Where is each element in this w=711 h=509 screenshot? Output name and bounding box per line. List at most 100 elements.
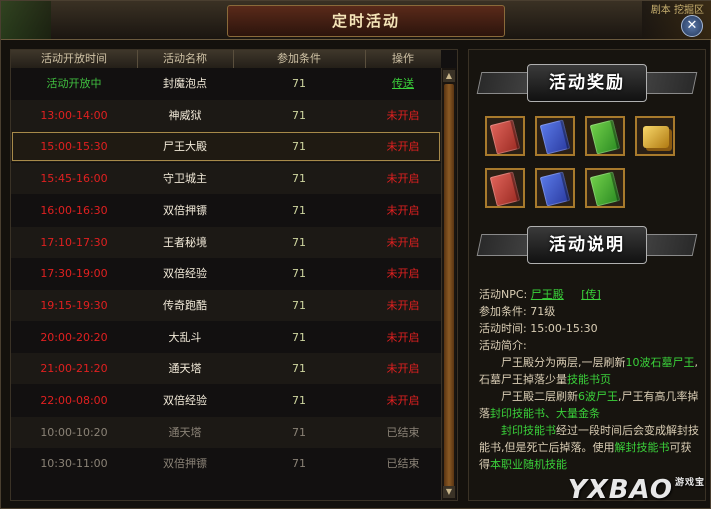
watermark-text: YXBAO: [567, 475, 673, 505]
table-row[interactable]: 22:00-08:00 双倍经验 71 未开启: [11, 385, 441, 416]
header-action: 操作: [392, 52, 414, 65]
row-condition: 71: [292, 140, 306, 154]
scroll-up-arrow-icon[interactable]: ▲: [443, 70, 455, 82]
row-condition: 71: [292, 108, 306, 122]
row-status: 未开启: [386, 140, 420, 154]
row-condition: 71: [292, 425, 306, 439]
table-row[interactable]: 17:30-19:00 双倍经验 71 未开启: [11, 258, 441, 289]
intro-highlight: 尸王: [672, 356, 695, 369]
row-activity-name: 双倍经验: [163, 394, 207, 407]
table-row[interactable]: 20:00-20:20 大乱斗 71 未开启: [11, 322, 441, 353]
watermark-subtext: 游戏宝: [674, 478, 705, 488]
table-row[interactable]: 活动开放中 封魔泡点 71 传送: [11, 68, 441, 99]
row-open-time: 22:00-08:00: [40, 394, 108, 407]
row-activity-name: 守卫城主: [163, 172, 207, 186]
gold-bars-icon: [643, 126, 669, 148]
window-title: 定时活动: [227, 5, 505, 37]
intro-label: 活动简介:: [479, 339, 527, 352]
reward-slot[interactable]: [485, 168, 525, 208]
row-activity-name: 通天塔: [168, 362, 202, 376]
row-status: 未开启: [386, 172, 420, 186]
timed-activities-window: 定时活动 剧本 挖掘区 ✕ 活动开放时间 活动名称 参加条件 操作 活动开放中封…: [0, 0, 711, 509]
table-row[interactable]: 10:00-10:20 通天塔 71 已结束: [11, 416, 441, 448]
row-open-time: 21:00-21:20: [40, 362, 108, 376]
row-status: 未开启: [386, 330, 420, 344]
table-row[interactable]: 19:15-19:30 传奇跑酷 71 未开启: [11, 289, 441, 321]
table-header: 活动开放时间 活动名称 参加条件 操作: [11, 50, 441, 68]
teleport-link[interactable]: 传送: [392, 77, 414, 90]
intro-highlight: 封印技能书: [501, 424, 556, 437]
time-value: 15:00-15:30: [530, 322, 598, 335]
description-banner: 活动说明: [476, 224, 698, 264]
npc-label: 活动NPC:: [479, 288, 528, 301]
teleport-link[interactable]: [传]: [581, 288, 601, 301]
reward-slot[interactable]: [535, 116, 575, 156]
row-open-time: 10:30-11:00: [40, 457, 108, 471]
row-activity-name: 大乱斗: [168, 330, 202, 344]
row-condition: 71: [292, 77, 306, 90]
npc-name-link[interactable]: 尸王殿: [531, 288, 564, 301]
row-open-time: 17:30-19:00: [40, 267, 108, 281]
time-line: 活动时间: 15:00-15:30: [479, 320, 701, 337]
blue-skill-book-icon: [539, 119, 571, 155]
npc-line: 活动NPC: 尸王殿 [传]: [479, 286, 701, 303]
row-status: 已结束: [386, 457, 420, 471]
time-label: 活动时间:: [479, 322, 527, 335]
row-condition: 71: [292, 362, 306, 376]
activity-description: 活动NPC: 尸王殿 [传] 参加条件: 71级 活动时间: 15:00-15:…: [479, 286, 701, 473]
blue-skill-book-icon: [539, 171, 571, 207]
red-skill-book-icon: [489, 119, 521, 155]
rewards-banner: 活动奖励: [476, 62, 698, 102]
close-button[interactable]: ✕: [681, 15, 703, 37]
title-bar-left-art: [1, 1, 51, 39]
row-activity-name: 尸王大殿: [163, 140, 207, 154]
table-row[interactable]: 10:30-11:00 双倍押镖 71 已结束: [11, 448, 441, 479]
row-status: 未开启: [386, 235, 420, 249]
reward-slot[interactable]: [635, 116, 675, 156]
activity-table: 活动开放时间 活动名称 参加条件 操作 活动开放中 封魔泡点 71 传送 13:00-1…: [10, 49, 458, 501]
watermark-logo: YXBAO 游戏宝: [568, 475, 705, 505]
intro-text: 尸王殿二层刷新: [501, 390, 578, 403]
row-condition: 71: [292, 267, 306, 281]
row-open-time: 13:00-14:00: [40, 108, 108, 122]
intro-highlight: 本职业随机技能: [490, 458, 567, 471]
intro-highlight: 技能书页: [567, 373, 611, 386]
row-condition: 71: [292, 235, 306, 249]
row-activity-name: 双倍押镖: [163, 457, 207, 471]
header-open-time: 活动开放时间: [11, 50, 138, 68]
red-skill-book-icon: [489, 171, 521, 207]
reward-slot[interactable]: [585, 116, 625, 156]
row-activity-name: 双倍押镖: [163, 203, 207, 217]
intro-paragraph-3: 封印技能书经过一段时间后会变成解封技能书,但是死亡后掉落。使用解封技能书可获得本…: [479, 422, 701, 473]
row-status: 未开启: [386, 203, 420, 217]
row-status: 未开启: [386, 394, 420, 407]
condition-value: 71级: [530, 305, 556, 318]
row-open-time: 20:00-20:20: [40, 330, 108, 344]
row-open-time: 15:00-15:30: [40, 140, 108, 154]
intro-text: 尸王殿分为两层,一层刷新: [501, 356, 626, 369]
title-bar: 定时活动 剧本 挖掘区 ✕: [1, 1, 711, 40]
row-condition: 71: [292, 203, 306, 217]
description-banner-title: 活动说明: [527, 226, 647, 264]
table-row[interactable]: 15:00-15:30 尸王大殿 71 未开启: [11, 131, 441, 163]
scroll-thumb[interactable]: [444, 84, 454, 494]
scroll-down-arrow-icon[interactable]: ▼: [443, 486, 455, 498]
row-status: 未开启: [386, 267, 420, 281]
reward-slot[interactable]: [535, 168, 575, 208]
row-condition: 71: [292, 298, 306, 312]
table-row[interactable]: 16:00-16:30 双倍押镖 71 未开启: [11, 195, 441, 226]
table-row[interactable]: 13:00-14:00 神威狱 71 未开启: [11, 99, 441, 131]
table-row[interactable]: 21:00-21:20 通天塔 71 未开启: [11, 353, 441, 385]
reward-slot[interactable]: [585, 168, 625, 208]
condition-line: 参加条件: 71级: [479, 303, 701, 320]
table-row[interactable]: 17:10-17:30 王者秘境 71 未开启: [11, 226, 441, 258]
reward-slot[interactable]: [485, 116, 525, 156]
green-skill-book-icon: [589, 119, 621, 155]
intro-paragraph-1: 尸王殿分为两层,一层刷新10波石墓尸王,石墓尸王掉落少量技能书页: [479, 354, 701, 388]
row-activity-name: 通天塔: [168, 425, 202, 439]
scrollbar[interactable]: ▲ ▼: [441, 68, 456, 500]
intro-paragraph-2: 尸王殿二层刷新6波尸王,尸王有高几率掉落封印技能书、大量金条: [479, 388, 701, 422]
row-condition: 71: [292, 330, 306, 344]
table-row[interactable]: 15:45-16:00 守卫城主 71 未开启: [11, 163, 441, 195]
intro-highlight: 6波尸王: [578, 390, 618, 403]
